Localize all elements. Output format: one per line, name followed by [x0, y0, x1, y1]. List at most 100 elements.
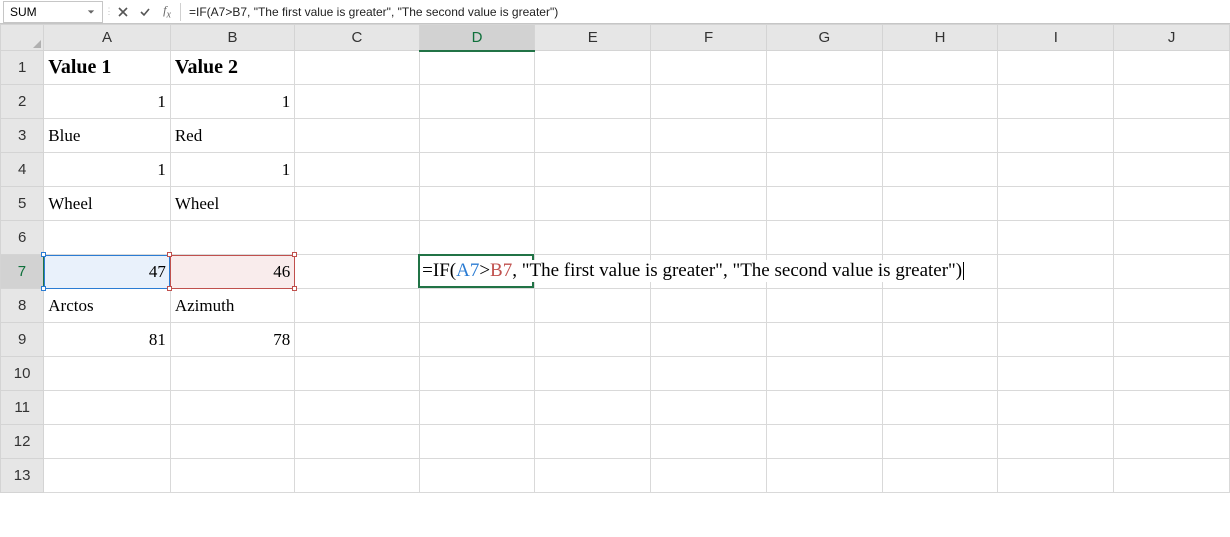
cell-F6[interactable] [651, 221, 767, 255]
cell-G12[interactable] [766, 425, 882, 459]
range-handle-icon[interactable] [167, 286, 172, 291]
range-handle-icon[interactable] [292, 252, 297, 257]
col-header-G[interactable]: G [766, 25, 882, 51]
cell-A9[interactable]: 81 [44, 323, 171, 357]
cell-B11[interactable] [170, 391, 294, 425]
cell-D5[interactable] [419, 187, 535, 221]
insert-function-button[interactable]: fx [156, 1, 178, 23]
row-header-11[interactable]: 11 [1, 391, 44, 425]
cell-D9[interactable] [419, 323, 535, 357]
cell-C5[interactable] [295, 187, 419, 221]
cell-A7[interactable]: 47 [44, 255, 171, 289]
cell-C3[interactable] [295, 119, 419, 153]
cell-J4[interactable] [1114, 153, 1230, 187]
cell-J13[interactable] [1114, 459, 1230, 493]
cell-E5[interactable] [535, 187, 651, 221]
range-handle-icon[interactable] [41, 286, 46, 291]
cell-G10[interactable] [766, 357, 882, 391]
chevron-down-icon[interactable] [84, 5, 98, 19]
cell-G2[interactable] [766, 85, 882, 119]
cell-I11[interactable] [998, 391, 1114, 425]
cell-A8[interactable]: Arctos [44, 289, 171, 323]
cell-A6[interactable] [44, 221, 171, 255]
cell-I8[interactable] [998, 289, 1114, 323]
cell-B7[interactable]: 46 [170, 255, 294, 289]
row-header-4[interactable]: 4 [1, 153, 44, 187]
cell-A10[interactable] [44, 357, 171, 391]
cell-C2[interactable] [295, 85, 419, 119]
cell-I4[interactable] [998, 153, 1114, 187]
cell-B2[interactable]: 1 [170, 85, 294, 119]
cell-H1[interactable] [882, 51, 998, 85]
row-header-7[interactable]: 7 [1, 255, 44, 289]
cell-H2[interactable] [882, 85, 998, 119]
cell-B4[interactable]: 1 [170, 153, 294, 187]
cell-E9[interactable] [535, 323, 651, 357]
cell-H8[interactable] [882, 289, 998, 323]
name-box[interactable]: SUM [3, 1, 103, 23]
cell-C7[interactable] [295, 255, 419, 289]
col-header-J[interactable]: J [1114, 25, 1230, 51]
cell-B3[interactable]: Red [170, 119, 294, 153]
cell-B12[interactable] [170, 425, 294, 459]
col-header-H[interactable]: H [882, 25, 998, 51]
cell-C4[interactable] [295, 153, 419, 187]
cell-J11[interactable] [1114, 391, 1230, 425]
cell-G9[interactable] [766, 323, 882, 357]
cell-A12[interactable] [44, 425, 171, 459]
row-header-10[interactable]: 10 [1, 357, 44, 391]
cell-E11[interactable] [535, 391, 651, 425]
cell-J8[interactable] [1114, 289, 1230, 323]
cell-B10[interactable] [170, 357, 294, 391]
cell-A3[interactable]: Blue [44, 119, 171, 153]
cell-C12[interactable] [295, 425, 419, 459]
cell-E10[interactable] [535, 357, 651, 391]
cell-F12[interactable] [651, 425, 767, 459]
cell-I13[interactable] [998, 459, 1114, 493]
col-header-D[interactable]: D [419, 25, 535, 51]
cell-G4[interactable] [766, 153, 882, 187]
cell-G1[interactable] [766, 51, 882, 85]
select-all-corner[interactable] [1, 25, 44, 51]
cell-B13[interactable] [170, 459, 294, 493]
cell-H6[interactable] [882, 221, 998, 255]
cell-D3[interactable] [419, 119, 535, 153]
cell-F11[interactable] [651, 391, 767, 425]
cell-A5[interactable]: Wheel [44, 187, 171, 221]
cell-E1[interactable] [535, 51, 651, 85]
cell-G5[interactable] [766, 187, 882, 221]
cell-F3[interactable] [651, 119, 767, 153]
cell-F9[interactable] [651, 323, 767, 357]
cell-H9[interactable] [882, 323, 998, 357]
cell-C9[interactable] [295, 323, 419, 357]
col-header-C[interactable]: C [295, 25, 419, 51]
spreadsheet-grid[interactable]: A B C D E F G H I J 1 Value 1 Value 2 [0, 24, 1230, 537]
cell-H11[interactable] [882, 391, 998, 425]
cell-J2[interactable] [1114, 85, 1230, 119]
enter-button[interactable] [134, 1, 156, 23]
range-handle-icon[interactable] [167, 252, 172, 257]
cell-F8[interactable] [651, 289, 767, 323]
cell-H10[interactable] [882, 357, 998, 391]
col-header-B[interactable]: B [170, 25, 294, 51]
range-handle-icon[interactable] [41, 252, 46, 257]
cell-C10[interactable] [295, 357, 419, 391]
row-header-1[interactable]: 1 [1, 51, 44, 85]
cell-D1[interactable] [419, 51, 535, 85]
cell-C8[interactable] [295, 289, 419, 323]
cell-D4[interactable] [419, 153, 535, 187]
cell-G11[interactable] [766, 391, 882, 425]
cell-I2[interactable] [998, 85, 1114, 119]
cell-E6[interactable] [535, 221, 651, 255]
cell-J1[interactable] [1114, 51, 1230, 85]
col-header-F[interactable]: F [651, 25, 767, 51]
cell-E4[interactable] [535, 153, 651, 187]
cell-H5[interactable] [882, 187, 998, 221]
cell-I9[interactable] [998, 323, 1114, 357]
cell-A13[interactable] [44, 459, 171, 493]
cell-A11[interactable] [44, 391, 171, 425]
cell-A2[interactable]: 1 [44, 85, 171, 119]
cell-D12[interactable] [419, 425, 535, 459]
cancel-button[interactable] [112, 1, 134, 23]
cell-H4[interactable] [882, 153, 998, 187]
